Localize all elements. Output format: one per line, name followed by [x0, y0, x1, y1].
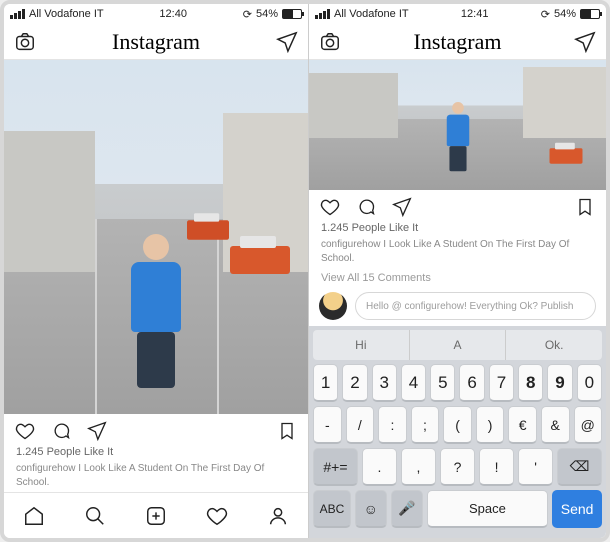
battery-percent: 54%: [256, 8, 278, 20]
key-2[interactable]: 2: [342, 364, 367, 402]
key-4[interactable]: 4: [401, 364, 426, 402]
key-question[interactable]: ?: [440, 448, 475, 486]
key-3[interactable]: 3: [372, 364, 397, 402]
share-icon[interactable]: [391, 196, 413, 218]
comment-icon[interactable]: [355, 196, 377, 218]
direct-icon[interactable]: [574, 31, 596, 53]
clock: 12:40: [159, 8, 187, 20]
comment-input-text: Hello @ configurehow! Everything Ok? Pub…: [366, 301, 573, 312]
comment-input[interactable]: Hello @ configurehow! Everything Ok? Pub…: [355, 292, 596, 320]
post-caption: configurehow I Look Like A Student On Th…: [309, 236, 606, 268]
bookmark-icon[interactable]: [574, 196, 596, 218]
key-row-4: ABC ☺ 🎤 Space Send: [313, 490, 602, 528]
key-row-3: #+= . , ? ! ' ⌫: [313, 448, 602, 486]
suggestion-1[interactable]: Hi: [313, 330, 410, 360]
comment-input-row: Hello @ configurehow! Everything Ok? Pub…: [309, 288, 606, 326]
key-7[interactable]: 7: [489, 364, 514, 402]
status-bar: All Vodafone IT 12:40 ⟳ 54%: [4, 4, 308, 24]
suggestion-3[interactable]: Ok.: [506, 330, 602, 360]
status-bar: All Vodafone IT 12:41 ⟳ 54%: [309, 4, 606, 24]
post-actions: [4, 414, 308, 444]
battery-percent: 54%: [554, 8, 576, 20]
tab-create-icon[interactable]: [145, 505, 167, 527]
key-comma[interactable]: ,: [401, 448, 436, 486]
like-icon[interactable]: [14, 420, 36, 442]
key-6[interactable]: 6: [459, 364, 484, 402]
key-semicolon[interactable]: ;: [411, 406, 440, 444]
tab-activity-icon[interactable]: [206, 505, 228, 527]
instagram-logo: Instagram: [414, 29, 502, 55]
post-photo[interactable]: [4, 60, 308, 414]
key-slash[interactable]: /: [346, 406, 375, 444]
battery-icon: [580, 9, 600, 19]
key-at[interactable]: @: [574, 406, 603, 444]
bottom-tabbar: [4, 492, 308, 538]
instagram-logo: Instagram: [112, 29, 200, 55]
key-dash[interactable]: -: [313, 406, 342, 444]
key-paren-open[interactable]: (: [443, 406, 472, 444]
key-euro[interactable]: €: [508, 406, 537, 444]
view-comments-link[interactable]: View All 15 Comments: [309, 268, 606, 288]
direct-icon[interactable]: [276, 31, 298, 53]
key-colon[interactable]: :: [378, 406, 407, 444]
key-abc[interactable]: ABC: [313, 490, 351, 528]
suggestion-2[interactable]: A: [410, 330, 507, 360]
key-paren-close[interactable]: ): [476, 406, 505, 444]
key-space[interactable]: Space: [427, 490, 549, 528]
avatar[interactable]: [319, 292, 347, 320]
clock: 12:41: [461, 8, 489, 20]
key-apos[interactable]: ': [518, 448, 553, 486]
share-icon[interactable]: [86, 420, 108, 442]
post-photo[interactable]: [309, 60, 606, 190]
suggestion-bar: Hi A Ok.: [313, 330, 602, 360]
like-icon[interactable]: [319, 196, 341, 218]
likes-count[interactable]: 1.245 People Like It: [4, 444, 308, 460]
app-header: Instagram: [4, 24, 308, 60]
likes-count[interactable]: 1.245 People Like It: [309, 220, 606, 236]
signal-icon: [315, 9, 330, 19]
key-backspace[interactable]: ⌫: [557, 448, 602, 486]
phone-left: All Vodafone IT 12:40 ⟳ 54% Instagram: [4, 4, 309, 538]
key-exclaim[interactable]: !: [479, 448, 514, 486]
key-mic[interactable]: 🎤: [391, 490, 423, 528]
key-0[interactable]: 0: [577, 364, 602, 402]
post-actions: [309, 190, 606, 220]
app-header: Instagram: [309, 24, 606, 60]
carrier-label: All Vodafone IT: [334, 8, 409, 20]
key-row-2: - / : ; ( ) € & @: [313, 406, 602, 444]
key-send[interactable]: Send: [552, 490, 602, 528]
comment-icon[interactable]: [50, 420, 72, 442]
post-caption: configurehow I Look Like A Student On Th…: [4, 460, 308, 492]
carrier-label: All Vodafone IT: [29, 8, 104, 20]
key-row-1: 1 2 3 4 5 6 7 8 9 0: [313, 364, 602, 402]
key-8[interactable]: 8: [518, 364, 543, 402]
camera-icon[interactable]: [319, 31, 341, 53]
key-shift-symbols[interactable]: #+=: [313, 448, 358, 486]
bookmark-icon[interactable]: [276, 420, 298, 442]
phone-right: All Vodafone IT 12:41 ⟳ 54% Instagram: [309, 4, 606, 538]
tab-search-icon[interactable]: [84, 505, 106, 527]
keyboard: Hi A Ok. 1 2 3 4 5 6 7 8 9 0 - / : ;: [309, 326, 606, 538]
key-5[interactable]: 5: [430, 364, 455, 402]
key-9[interactable]: 9: [547, 364, 572, 402]
key-1[interactable]: 1: [313, 364, 338, 402]
tab-profile-icon[interactable]: [267, 505, 289, 527]
key-period[interactable]: .: [362, 448, 397, 486]
camera-icon[interactable]: [14, 31, 36, 53]
key-amp[interactable]: &: [541, 406, 570, 444]
tab-home-icon[interactable]: [23, 505, 45, 527]
key-emoji[interactable]: ☺: [355, 490, 387, 528]
battery-icon: [282, 9, 302, 19]
signal-icon: [10, 9, 25, 19]
